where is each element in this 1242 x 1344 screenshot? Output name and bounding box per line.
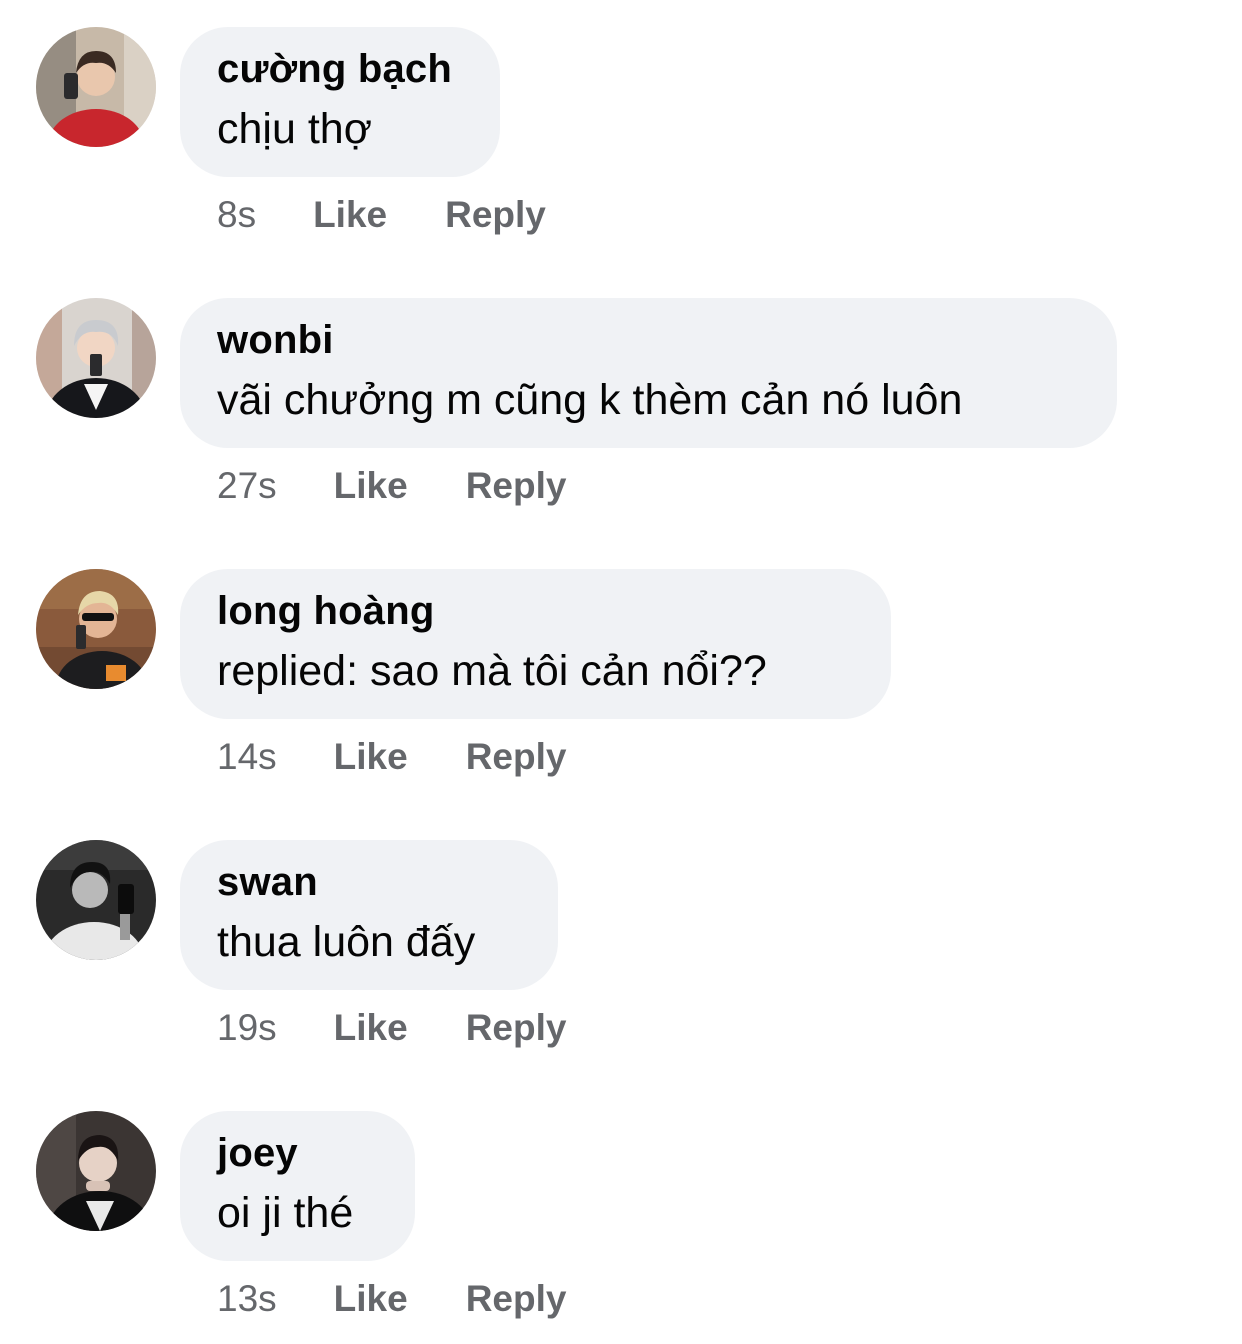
comment-text: oi ji thé: [217, 1189, 354, 1237]
comment-item: long hoàng replied: sao mà tôi cản nổi??…: [0, 542, 1242, 802]
comment-actions: 19s Like Reply: [217, 1003, 566, 1053]
like-button[interactable]: Like: [334, 1278, 408, 1320]
avatar[interactable]: [36, 27, 156, 147]
comment-item: swan thua luôn đấy 19s Like Reply: [0, 813, 1242, 1073]
comment-actions: 14s Like Reply: [217, 732, 566, 782]
comment-author[interactable]: wonbi: [217, 316, 1080, 364]
avatar[interactable]: [36, 1111, 156, 1231]
comment-author[interactable]: swan: [217, 858, 521, 906]
user-photo-icon: [36, 1111, 156, 1231]
comment-bubble: long hoàng replied: sao mà tôi cản nổi??: [180, 569, 891, 719]
comment-text: vãi chưởng m cũng k thèm cản nó luôn: [217, 376, 963, 424]
comment-actions: 27s Like Reply: [217, 461, 566, 511]
comment-text: thua luôn đấy: [217, 918, 476, 966]
comment-timestamp[interactable]: 19s: [217, 1007, 277, 1049]
comment-actions: 8s Like Reply: [217, 190, 546, 240]
like-button[interactable]: Like: [334, 736, 408, 778]
comment-actions: 13s Like Reply: [217, 1274, 566, 1324]
comment-item: wonbi vãi chưởng m cũng k thèm cản nó lu…: [0, 271, 1242, 531]
comment-bubble: joey oi ji thé: [180, 1111, 415, 1261]
like-button[interactable]: Like: [334, 465, 408, 507]
comment-author[interactable]: cường bạch: [217, 45, 463, 93]
user-photo-icon: [36, 840, 156, 960]
comment-author[interactable]: long hoàng: [217, 587, 854, 635]
comment-item: cường bạch chịu thợ 8s Like Reply: [0, 0, 1242, 260]
like-button[interactable]: Like: [334, 1007, 408, 1049]
avatar[interactable]: [36, 298, 156, 418]
reply-button[interactable]: Reply: [466, 736, 567, 778]
comment-text: replied: sao mà tôi cản nổi??: [217, 647, 767, 695]
user-photo-icon: [36, 27, 156, 147]
comment-item: joey oi ji thé 13s Like Reply: [0, 1084, 1242, 1344]
avatar[interactable]: [36, 840, 156, 960]
reply-button[interactable]: Reply: [445, 194, 546, 236]
comment-timestamp[interactable]: 14s: [217, 736, 277, 778]
comment-bubble: cường bạch chịu thợ: [180, 27, 500, 177]
comment-timestamp[interactable]: 8s: [217, 194, 256, 236]
comment-bubble: wonbi vãi chưởng m cũng k thèm cản nó lu…: [180, 298, 1117, 448]
comment-timestamp[interactable]: 27s: [217, 465, 277, 507]
reply-button[interactable]: Reply: [466, 1007, 567, 1049]
comment-bubble: swan thua luôn đấy: [180, 840, 558, 990]
comment-author[interactable]: joey: [217, 1129, 378, 1177]
comment-text: chịu thợ: [217, 105, 372, 153]
reply-button[interactable]: Reply: [466, 465, 567, 507]
user-photo-icon: [36, 298, 156, 418]
comment-timestamp[interactable]: 13s: [217, 1278, 277, 1320]
reply-button[interactable]: Reply: [466, 1278, 567, 1320]
like-button[interactable]: Like: [313, 194, 387, 236]
user-photo-icon: [36, 569, 156, 689]
avatar[interactable]: [36, 569, 156, 689]
